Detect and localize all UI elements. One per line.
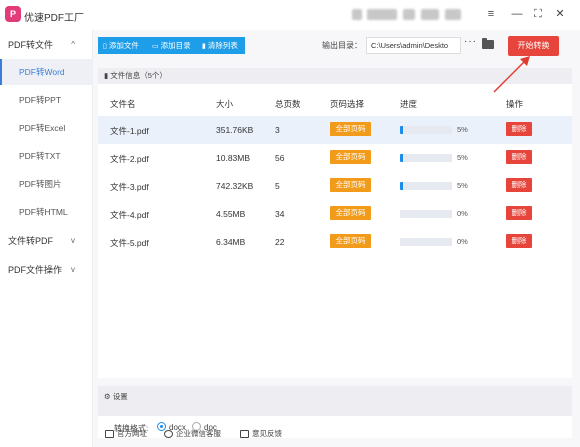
annotation-arrow (493, 56, 530, 93)
annotation-arrow-line (493, 58, 528, 93)
